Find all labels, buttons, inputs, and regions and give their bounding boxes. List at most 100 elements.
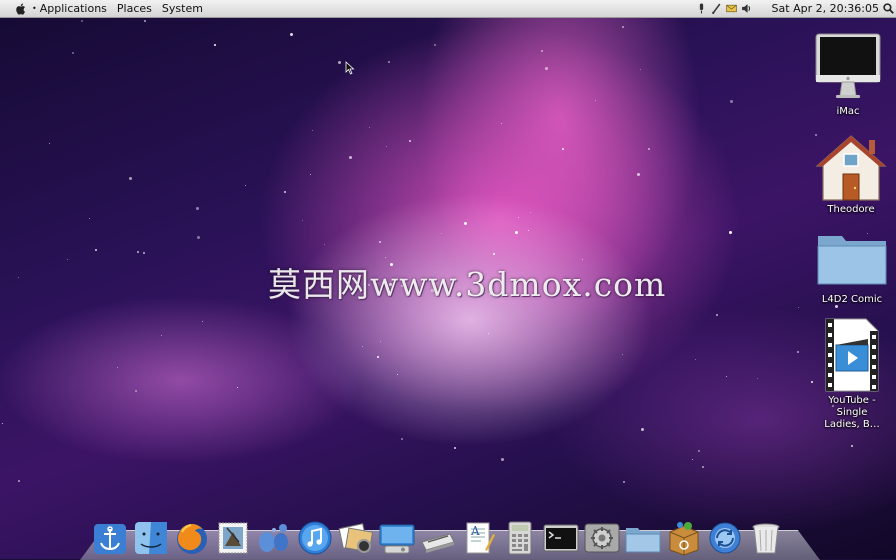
star: [702, 466, 704, 468]
dock-item-finder[interactable]: [133, 516, 169, 556]
star: [386, 146, 387, 147]
mail-stamp-icon: [218, 522, 248, 554]
dock-item-photos[interactable]: [338, 516, 374, 556]
star: [454, 447, 456, 449]
star: [49, 143, 50, 144]
text-editor-icon: A: [466, 522, 495, 554]
star: [362, 346, 363, 347]
screen-icon: [379, 524, 415, 554]
star: [18, 480, 20, 482]
star: [757, 378, 758, 379]
star: [137, 251, 139, 253]
desktop-icon-label: L4D2 Comic: [821, 294, 883, 305]
star: [595, 100, 596, 101]
anchor-icon: [94, 524, 126, 554]
star: [388, 61, 390, 63]
dock-item-mail[interactable]: [215, 516, 251, 556]
star: [698, 450, 700, 452]
dock-item-package[interactable]: [666, 516, 702, 556]
star: [695, 359, 696, 360]
star: [623, 481, 625, 483]
star: [245, 185, 246, 186]
dock-item-text-editor[interactable]: A: [461, 516, 497, 556]
star: [89, 218, 90, 219]
star: [143, 252, 145, 254]
top-panel: • Applications Places System Sat Apr 2, …: [0, 0, 896, 18]
menu-system[interactable]: System: [162, 2, 203, 15]
star: [530, 212, 531, 213]
star: [338, 61, 341, 64]
desktop-icon-l4d2-comic[interactable]: L4D2 Comic: [809, 230, 895, 306]
dock-item-firefox[interactable]: [174, 516, 210, 556]
dock-item-calculator[interactable]: [502, 516, 538, 556]
dock-item-chat[interactable]: [256, 516, 292, 556]
star: [501, 458, 504, 461]
package-icon: [669, 522, 699, 556]
star: [641, 428, 644, 431]
home-folder-icon: [815, 135, 887, 201]
star: [129, 177, 132, 180]
star: [284, 191, 286, 193]
search-icon[interactable]: [883, 3, 894, 14]
dock-item-terminal[interactable]: [543, 516, 579, 556]
star: [464, 222, 467, 225]
star: [197, 236, 200, 239]
star: [515, 231, 518, 234]
star: [541, 50, 543, 52]
star: [302, 220, 303, 221]
dock-item-anchor[interactable]: [92, 516, 128, 556]
star: [528, 230, 529, 231]
trash-icon: [752, 523, 780, 554]
menu-places[interactable]: Places: [117, 2, 152, 15]
star: [324, 244, 325, 245]
star: [144, 20, 146, 22]
menu-bullet: •: [32, 4, 37, 13]
dock-item-scanner[interactable]: [420, 516, 456, 556]
star: [237, 387, 238, 388]
dock-item-screen[interactable]: [379, 516, 415, 556]
chat-bubbles-icon: [259, 524, 288, 552]
system-tray: Sat Apr 2, 20:36:05: [692, 0, 896, 17]
star: [312, 130, 313, 131]
star: [95, 249, 97, 251]
star: [401, 438, 403, 440]
dock-item-trash[interactable]: [748, 516, 784, 556]
dock-item-folder[interactable]: [625, 516, 661, 556]
star: [196, 207, 199, 210]
watermark-text: 莫西网www.3dmox.com: [268, 265, 667, 304]
star: [67, 259, 68, 260]
mail-icon[interactable]: [725, 3, 737, 14]
desktop-icon-youtube-video[interactable]: YouTube - Single Ladies, B…: [809, 317, 895, 431]
panel-clock[interactable]: Sat Apr 2, 20:36:05: [772, 2, 879, 15]
star: [369, 127, 370, 128]
star: [716, 314, 718, 316]
volume-icon[interactable]: [741, 3, 752, 14]
star: [214, 44, 216, 46]
network-icon[interactable]: [711, 3, 722, 14]
dock-item-itunes[interactable]: [297, 516, 333, 556]
star: [798, 307, 799, 308]
dock-item-settings[interactable]: [584, 516, 620, 556]
star: [397, 374, 398, 375]
star: [640, 69, 641, 70]
star: [851, 445, 853, 447]
dock-item-update[interactable]: [707, 516, 743, 556]
star: [161, 335, 162, 336]
desktop-icon-theodore[interactable]: Theodore: [808, 130, 894, 216]
star: [434, 44, 436, 46]
star: [441, 233, 442, 234]
desktop-icon-imac[interactable]: iMac: [805, 32, 891, 118]
video-file-icon: [825, 318, 879, 392]
star: [622, 26, 624, 28]
terminal-icon: [543, 524, 579, 552]
star: [310, 174, 311, 175]
star: [493, 253, 495, 255]
star: [380, 341, 381, 342]
menu-applications[interactable]: Applications: [40, 2, 107, 15]
svg-text:A: A: [470, 524, 480, 538]
mic-icon[interactable]: [696, 3, 707, 14]
calculator-icon: [508, 521, 532, 555]
star: [545, 67, 548, 70]
apple-logo-icon[interactable]: [14, 2, 28, 16]
star: [501, 123, 502, 124]
